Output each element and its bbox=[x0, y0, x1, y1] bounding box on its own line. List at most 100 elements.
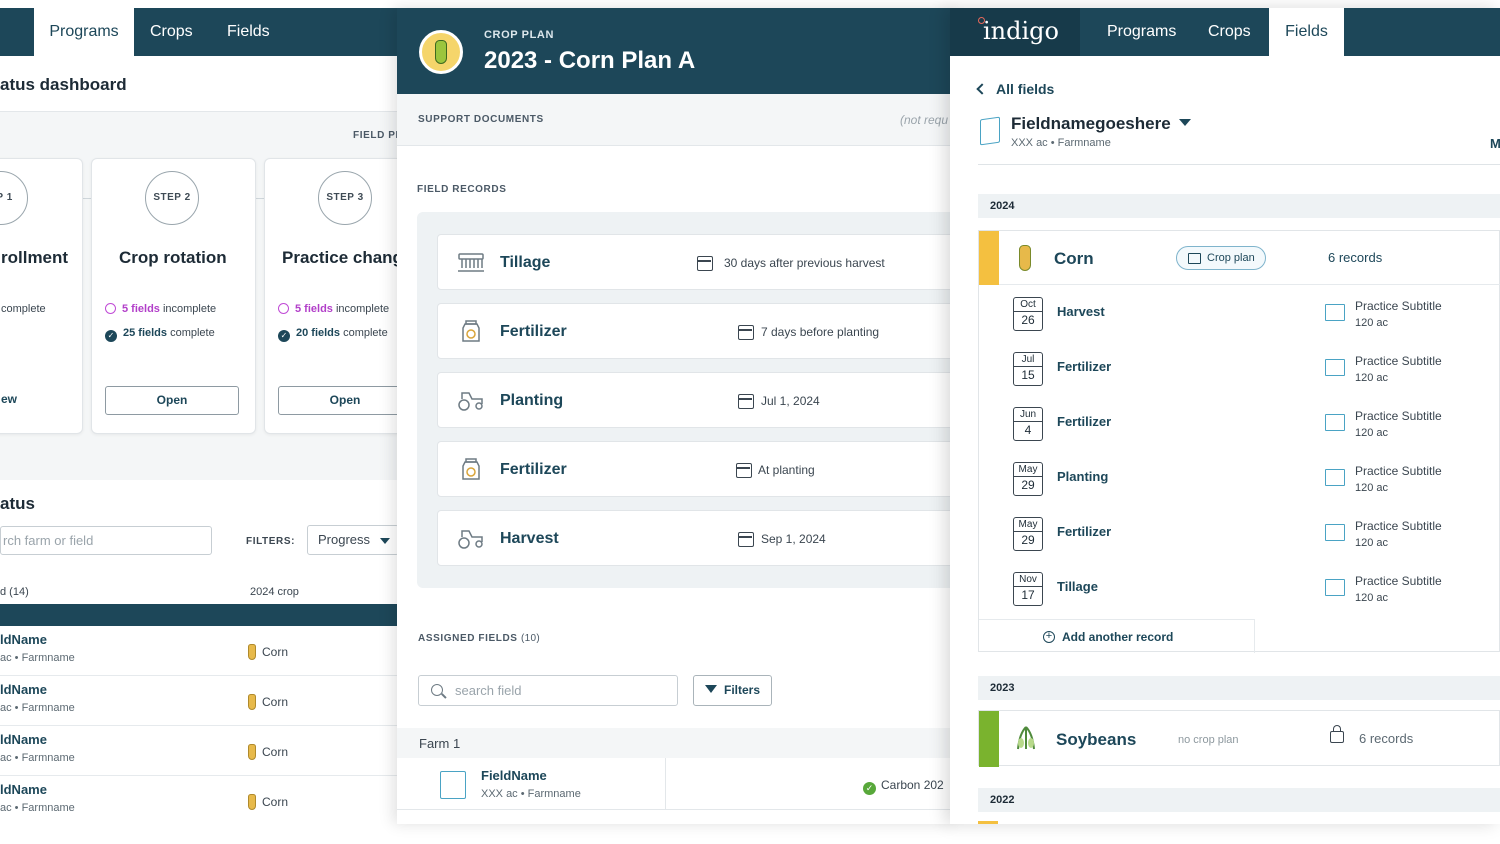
step-card-enrollment: EP 1 rollment complete ew bbox=[0, 158, 83, 434]
support-documents-label: SUPPORT DOCUMENTS bbox=[418, 114, 544, 125]
assigned-field-row[interactable]: FieldName XXX ac • Farmname ✓ Carbon 202 bbox=[397, 758, 957, 810]
open-button[interactable]: Open bbox=[278, 386, 410, 415]
fertilizer-icon bbox=[462, 320, 480, 342]
calendar-icon bbox=[697, 256, 713, 271]
corn-icon bbox=[248, 744, 256, 760]
crop-season-header[interactable]: Corn Crop plan 6 records bbox=[979, 231, 1500, 285]
record-row[interactable]: May 29 Fertilizer Practice Subtitle 120 a… bbox=[979, 509, 1500, 564]
field-name-dropdown[interactable]: Fieldnamegoeshere bbox=[1011, 114, 1191, 134]
dashboard-header: atus dashboard bbox=[0, 56, 410, 112]
record-card-planting[interactable]: Planting Jul 1, 2024 bbox=[437, 372, 957, 428]
year-header-2024: 2024 bbox=[978, 194, 1500, 218]
field-shape-icon bbox=[1325, 304, 1345, 321]
table-row[interactable]: ldName ac • Farmname Corn bbox=[0, 776, 410, 824]
add-another-record-button[interactable]: + Add another record bbox=[979, 619, 1255, 653]
record-card-fertilizer[interactable]: Fertilizer 7 days before planting bbox=[437, 303, 957, 359]
field-shape-icon bbox=[1325, 469, 1345, 486]
back-to-all-fields-link[interactable]: All fields bbox=[976, 81, 1054, 97]
field-records-label: FIELD RECORDS bbox=[417, 184, 507, 195]
corn-icon bbox=[248, 644, 256, 660]
record-row[interactable]: Jun 4 Fertilizer Practice Subtitle 120 ac bbox=[979, 399, 1500, 454]
calendar-icon bbox=[738, 394, 754, 409]
tillage-icon bbox=[458, 253, 484, 272]
view-button[interactable]: ew bbox=[0, 386, 21, 415]
support-note: (not requ bbox=[900, 113, 949, 127]
calendar-date-icon: May 29 bbox=[1013, 517, 1043, 551]
corn-icon bbox=[1019, 245, 1031, 271]
record-card-tillage[interactable]: Tillage 30 days after previous harvest bbox=[437, 234, 957, 290]
crop-plan-panel: CROP PLAN 2023 - Corn Plan A SUPPORT DOC… bbox=[397, 8, 957, 824]
record-row[interactable]: Oct 26 Harvest Practice Subtitle 120 ac bbox=[979, 289, 1500, 344]
indigo-logo[interactable]: indigo bbox=[950, 8, 1080, 56]
step-title: Crop rotation bbox=[119, 248, 227, 267]
calendar-date-icon: Jun 4 bbox=[1013, 407, 1043, 441]
calendar-date-icon: Oct 26 bbox=[1013, 297, 1043, 331]
field-shape-icon bbox=[1325, 524, 1345, 541]
assigned-fields-label: ASSIGNED FIELDS (10) bbox=[418, 633, 540, 644]
nav-tab-programs[interactable]: Programs bbox=[34, 8, 134, 56]
record-row[interactable]: Jul 15 Fertilizer Practice Subtitle 120 a… bbox=[979, 344, 1500, 399]
crop-plan-title: 2023 - Corn Plan A bbox=[484, 47, 696, 74]
corn-badge-icon bbox=[419, 30, 463, 74]
record-row[interactable]: Nov 17 Tillage Practice Subtitle 120 ac bbox=[979, 564, 1500, 619]
plus-circle-icon: + bbox=[1043, 631, 1055, 643]
check-circle-icon: ✓ bbox=[278, 330, 290, 342]
record-row[interactable]: May 29 Planting Practice Subtitle 120 ac bbox=[979, 454, 1500, 509]
crop-plan-pill-button[interactable]: Crop plan bbox=[1176, 246, 1266, 270]
page-title: atus dashboard bbox=[0, 75, 127, 94]
crop-season-corn: Corn Crop plan 6 records Oct 26 Harvest P… bbox=[978, 230, 1500, 653]
filters-button[interactable]: Filters bbox=[693, 675, 772, 706]
incomplete-ring-icon bbox=[105, 303, 116, 314]
truncated-link[interactable]: M bbox=[1490, 136, 1500, 151]
table-row[interactable]: ldName ac • Farmname Corn bbox=[0, 626, 410, 676]
farm-group-header: Farm 1 bbox=[397, 728, 957, 758]
check-badge-icon: ✓ bbox=[863, 782, 876, 795]
calendar-date-icon: Jul 15 bbox=[1013, 352, 1043, 386]
table-header-bar bbox=[0, 604, 410, 626]
step-title: rollment bbox=[1, 248, 69, 267]
field-shape-icon bbox=[440, 771, 466, 799]
support-documents-row[interactable]: SUPPORT DOCUMENTS (not requ bbox=[397, 94, 957, 146]
calendar-date-icon: Nov 17 bbox=[1013, 572, 1043, 606]
step-card-crop-rotation: STEP 2 Crop rotation 5 fields incomplete… bbox=[91, 158, 256, 434]
left-top-nav: Programs Crops Fields bbox=[0, 8, 410, 56]
table-row[interactable]: ldName ac • Farmname Corn bbox=[0, 726, 410, 776]
enrollment-status: ✓ Carbon 202 bbox=[863, 778, 944, 795]
year-header-2023: 2023 bbox=[978, 676, 1500, 700]
field-records-list: Tillage 30 days after previous harvest F… bbox=[417, 212, 957, 588]
right-top-nav: indigo Programs Crops Fields bbox=[950, 8, 1500, 56]
field-subtitle: XXX ac • Farmname bbox=[1011, 137, 1111, 149]
step-stat-incomplete: 5 fields incomplete bbox=[105, 303, 216, 315]
corn-icon bbox=[248, 694, 256, 710]
nav-tab-fields[interactable]: Fields bbox=[227, 8, 270, 56]
caret-down-icon bbox=[380, 538, 390, 544]
search-field-input[interactable]: search field bbox=[418, 675, 678, 706]
record-card-fertilizer[interactable]: Fertilizer At planting bbox=[437, 441, 957, 497]
field-shape-icon bbox=[1325, 414, 1345, 431]
search-icon bbox=[431, 684, 443, 696]
record-card-harvest[interactable]: Harvest Sep 1, 2024 bbox=[437, 510, 957, 566]
calendar-icon bbox=[736, 463, 752, 478]
table-row[interactable]: ldName ac • Farmname Corn bbox=[0, 676, 410, 726]
open-button[interactable]: Open bbox=[105, 386, 239, 415]
year-header-2022: 2022 bbox=[978, 788, 1500, 812]
crop-season-soybeans[interactable]: Soybeans no crop plan 6 records bbox=[978, 710, 1500, 767]
field-detail-panel: indigo Programs Crops Fields All fields … bbox=[950, 8, 1500, 824]
corn-icon bbox=[248, 794, 256, 810]
list-icon bbox=[1188, 253, 1201, 264]
step-card-practice-change: STEP 3 Practice chang 5 fields incomplet… bbox=[264, 158, 410, 434]
check-circle-icon: ✓ bbox=[105, 330, 117, 342]
chevron-left-icon bbox=[976, 83, 988, 95]
progress-filter-select[interactable]: Progress bbox=[307, 525, 399, 555]
nav-tab-crops[interactable]: Crops bbox=[150, 8, 193, 56]
nav-tab-programs[interactable]: Programs bbox=[1107, 8, 1176, 56]
crop-plan-header: CROP PLAN 2023 - Corn Plan A bbox=[397, 8, 957, 94]
step-stat-complete: ✓ 20 fields complete bbox=[278, 327, 388, 342]
step-circle: STEP 3 bbox=[318, 171, 372, 225]
caret-down-icon bbox=[1178, 119, 1191, 126]
records-count[interactable]: 6 records bbox=[1328, 250, 1382, 265]
nav-tab-fields[interactable]: Fields bbox=[1269, 8, 1344, 56]
nav-tab-crops[interactable]: Crops bbox=[1208, 8, 1251, 56]
search-farm-input[interactable]: rch farm or field bbox=[0, 526, 212, 555]
funnel-icon bbox=[705, 685, 717, 693]
